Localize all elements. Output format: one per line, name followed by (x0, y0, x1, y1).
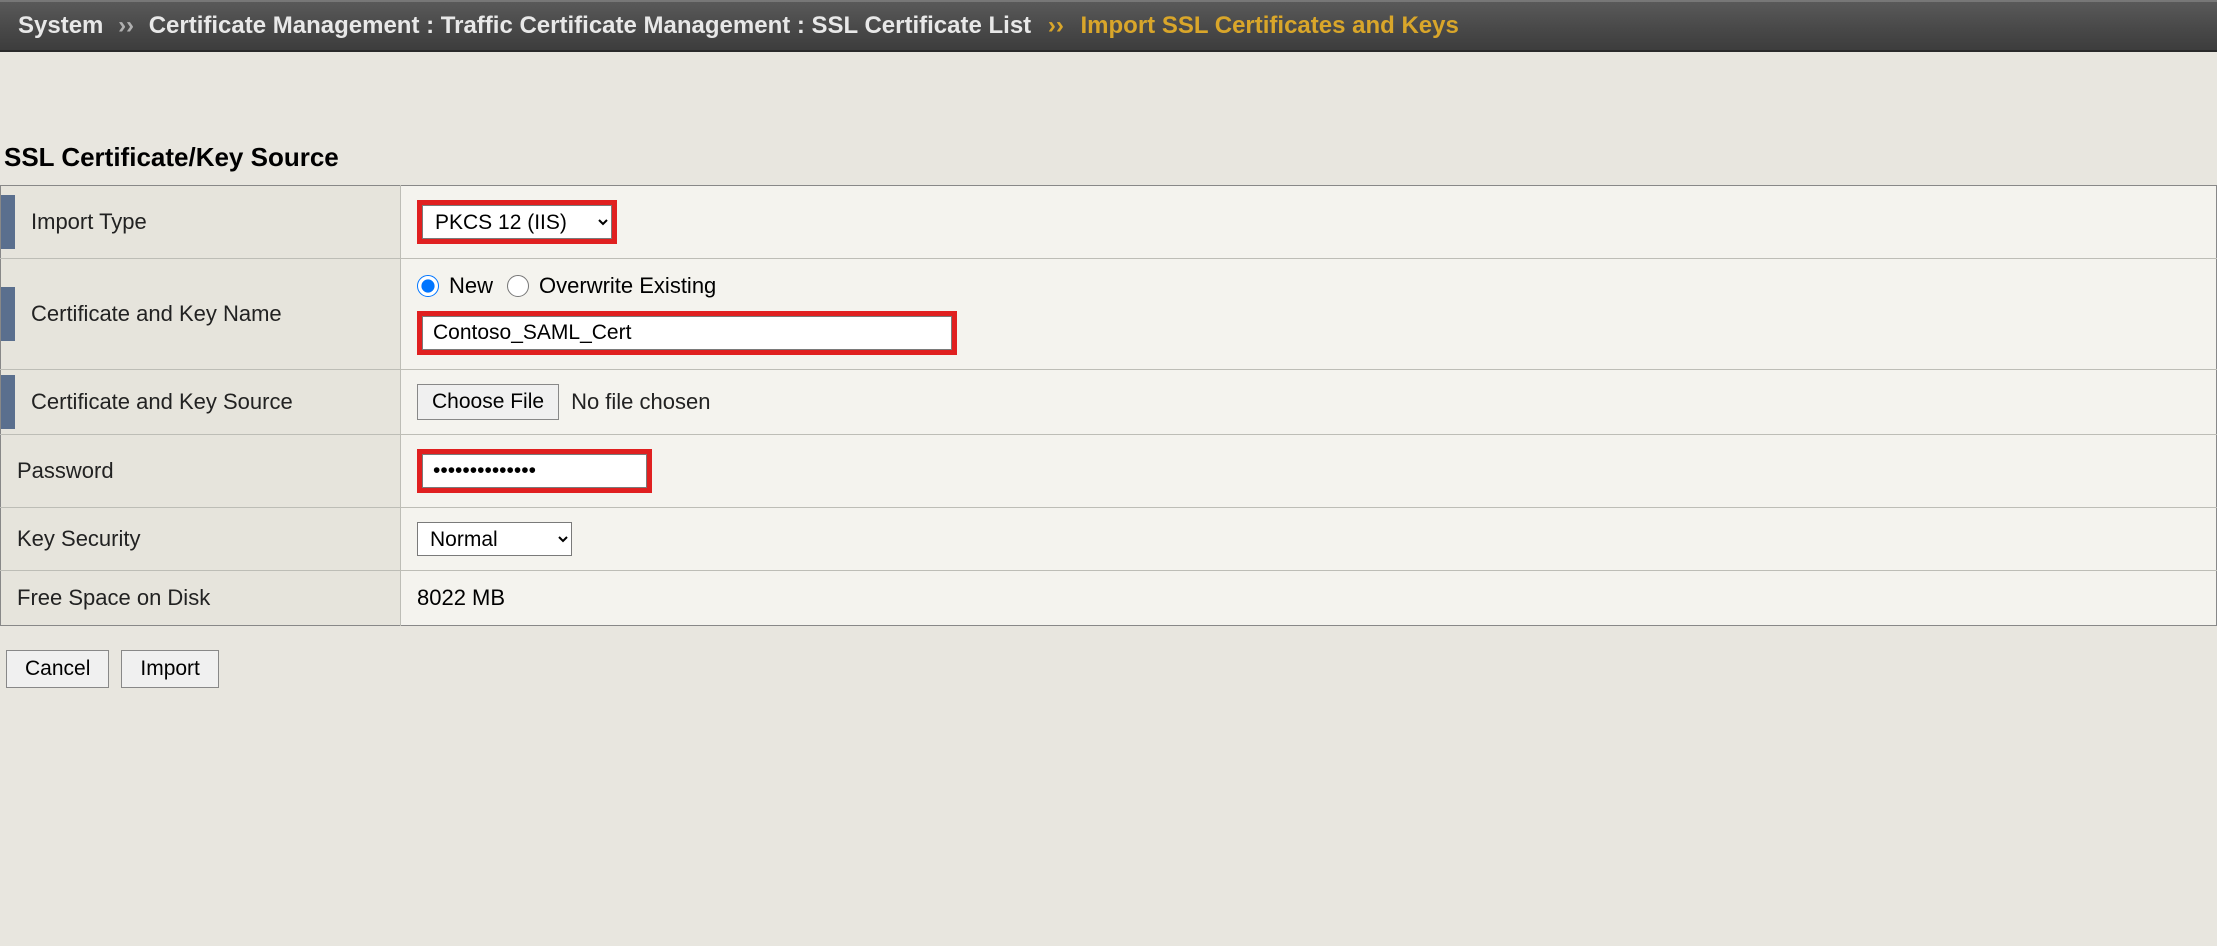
rail-indicator (1, 195, 15, 249)
breadcrumb-current: Import SSL Certificates and Keys (1081, 12, 1459, 39)
form-table: Import Type PKCS 12 (IIS) Certificate an… (0, 185, 2217, 626)
cert-key-name-input[interactable] (422, 316, 952, 350)
label-password: Password (1, 435, 401, 508)
free-space-value: 8022 MB (401, 571, 2217, 626)
label-import-type: Import Type (15, 195, 400, 249)
radio-overwrite[interactable] (507, 275, 529, 297)
highlight-password (417, 449, 652, 493)
label-free-space: Free Space on Disk (1, 571, 401, 626)
section-title: SSL Certificate/Key Source (0, 52, 2217, 185)
import-type-select[interactable]: PKCS 12 (IIS) (422, 205, 612, 239)
radio-overwrite-label: Overwrite Existing (539, 273, 716, 299)
cancel-button[interactable]: Cancel (6, 650, 109, 688)
breadcrumb-system[interactable]: System (18, 12, 103, 39)
rail-indicator (1, 287, 15, 341)
label-key-security: Key Security (1, 508, 401, 571)
radio-new-label: New (449, 273, 493, 299)
label-cert-key-source: Certificate and Key Source (15, 375, 400, 429)
breadcrumb: System ›› Certificate Management : Traff… (0, 0, 2217, 52)
breadcrumb-sep-2: ›› (1048, 12, 1064, 39)
breadcrumb-sep-1: ›› (118, 12, 134, 39)
breadcrumb-cert-list[interactable]: Certificate Management : Traffic Certifi… (149, 12, 1031, 39)
file-chosen-status: No file chosen (571, 389, 710, 415)
key-security-select[interactable]: Normal (417, 522, 572, 556)
highlight-import-type: PKCS 12 (IIS) (417, 200, 617, 244)
import-button[interactable]: Import (121, 650, 219, 688)
choose-file-button[interactable]: Choose File (417, 384, 559, 420)
label-cert-key-name: Certificate and Key Name (15, 287, 400, 341)
radio-new[interactable] (417, 275, 439, 297)
highlight-cert-name (417, 311, 957, 355)
password-input[interactable] (422, 454, 647, 488)
rail-indicator (1, 375, 15, 429)
